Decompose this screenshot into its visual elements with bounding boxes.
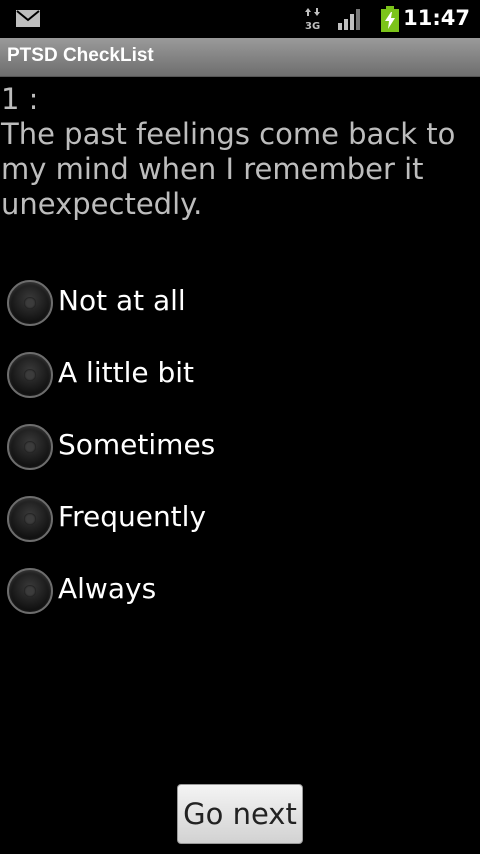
- status-bar: 3G 11:47: [0, 0, 480, 38]
- status-clock: 11:47: [403, 6, 470, 30]
- question-text: The past feelings come back to my mind w…: [1, 117, 456, 221]
- option-a-little-bit[interactable]: A little bit: [0, 342, 480, 410]
- mail-icon[interactable]: [16, 10, 40, 27]
- option-not-at-all[interactable]: Not at all: [0, 270, 480, 338]
- question-block: 1 : The past feelings come back to my mi…: [1, 82, 477, 222]
- radio-button[interactable]: [7, 280, 53, 326]
- radio-button[interactable]: [7, 352, 53, 398]
- go-next-button[interactable]: Go next: [177, 784, 303, 844]
- option-label[interactable]: A little bit: [58, 356, 194, 389]
- option-always[interactable]: Always: [0, 558, 480, 626]
- battery-charging-icon: [381, 6, 399, 32]
- app-title: PTSD CheckList: [7, 45, 154, 66]
- signal-strength-icon: [338, 9, 360, 30]
- app-title-bar: PTSD CheckList: [0, 38, 480, 77]
- svg-text:3G: 3G: [305, 21, 320, 30]
- option-sometimes[interactable]: Sometimes: [0, 414, 480, 482]
- question-number: 1 :: [1, 82, 39, 116]
- data-transfer-3g-icon: 3G: [305, 8, 320, 30]
- radio-button[interactable]: [7, 568, 53, 614]
- radio-button[interactable]: [7, 424, 53, 470]
- option-label[interactable]: Always: [58, 572, 156, 605]
- radio-button[interactable]: [7, 496, 53, 542]
- option-frequently[interactable]: Frequently: [0, 486, 480, 554]
- option-label[interactable]: Not at all: [58, 284, 186, 317]
- option-label[interactable]: Sometimes: [58, 428, 215, 461]
- option-label[interactable]: Frequently: [58, 500, 206, 533]
